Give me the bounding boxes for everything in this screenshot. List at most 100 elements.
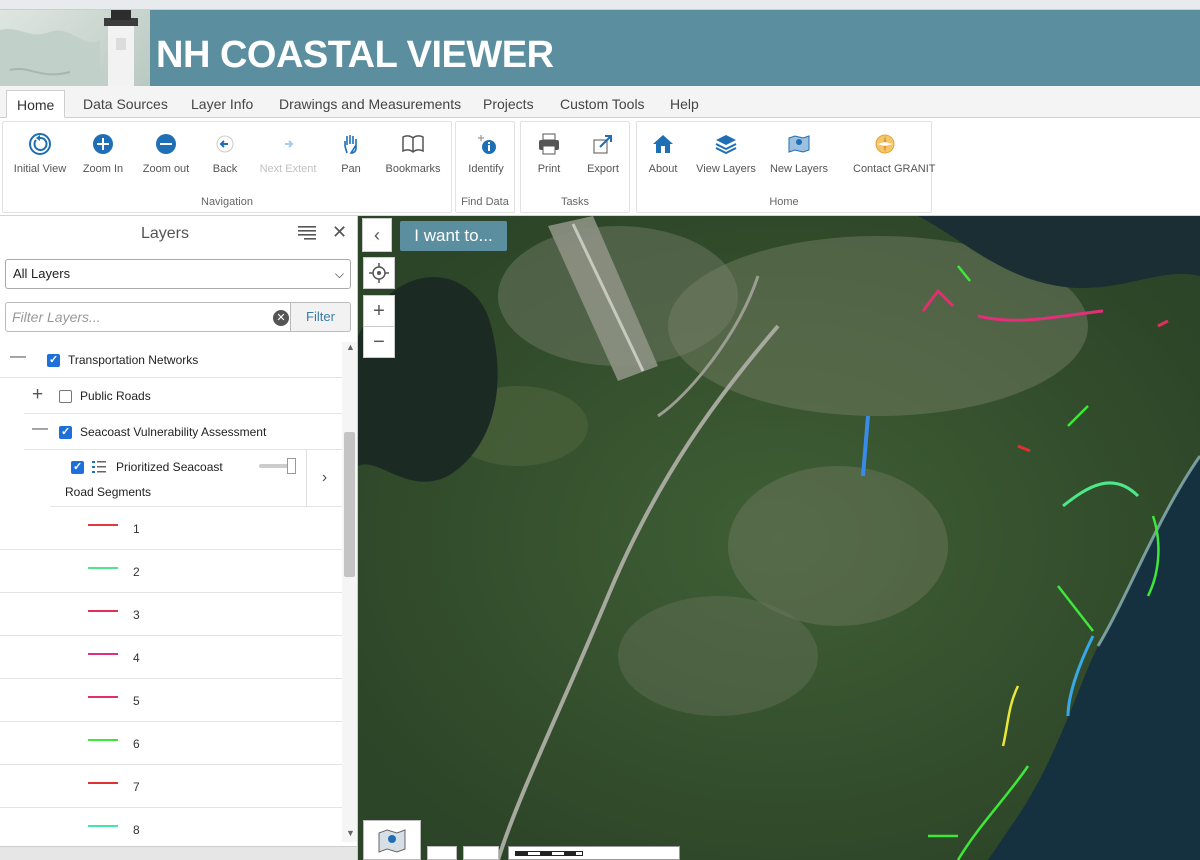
legend-swatch	[88, 524, 118, 526]
legend-label: 6	[133, 737, 140, 751]
group-find-data: Identify Find Data	[455, 121, 515, 213]
close-icon[interactable]: ✕	[332, 222, 347, 243]
scroll-down-icon[interactable]: ▼	[346, 828, 355, 838]
legend-label: 4	[133, 651, 140, 665]
legend-row: 3	[0, 593, 342, 636]
scroll-up-icon[interactable]: ▲	[346, 342, 355, 352]
filter-button[interactable]: Filter	[291, 302, 351, 332]
satellite-imagery	[358, 216, 1200, 860]
legend-label: 2	[133, 565, 140, 579]
prioritized-checkbox[interactable]	[71, 460, 84, 474]
prioritized-label-line1: Prioritized Seacoast	[116, 460, 223, 474]
collapse-icon[interactable]: —	[10, 348, 26, 366]
new-layers-button[interactable]: New Layers	[768, 132, 830, 175]
printer-icon	[539, 133, 559, 155]
opacity-slider-handle[interactable]	[287, 458, 296, 474]
locate-button[interactable]	[363, 257, 395, 289]
book-icon	[402, 135, 424, 154]
group-navigation: Initial View Zoom In Zoom out Back Next …	[2, 121, 452, 213]
scale-bar	[508, 846, 680, 860]
seacoast-checkbox[interactable]	[59, 425, 72, 439]
legend-row: 2	[0, 550, 342, 593]
layers-panel-header: Layers ✕	[0, 216, 357, 252]
filter-placeholder: Filter Layers...	[12, 309, 101, 325]
zoom-out-button[interactable]: Zoom out	[135, 132, 197, 175]
layer-tree-scrollbar[interactable]: ▲ ▼	[342, 342, 357, 842]
view-layers-button[interactable]: View Layers	[695, 132, 757, 175]
clear-icon[interactable]: ✕	[273, 310, 289, 326]
print-button[interactable]: Print	[518, 132, 580, 175]
ribbon-toolbar: Initial View Zoom In Zoom out Back Next …	[0, 118, 1200, 216]
tab-help[interactable]: Help	[660, 90, 709, 118]
legend-list-icon	[92, 461, 106, 473]
legend-label: 5	[133, 694, 140, 708]
legend-row: 7	[0, 765, 342, 808]
map-view[interactable]	[358, 216, 1200, 860]
contact-granit-button[interactable]: Contact GRANIT	[853, 132, 936, 175]
group-label-navigation: Navigation	[201, 196, 253, 208]
plus-circle-icon	[93, 134, 113, 154]
next-extent-button[interactable]: Next Extent	[257, 132, 319, 175]
public-roads-label: Public Roads	[80, 389, 151, 403]
bookmarks-button[interactable]: Bookmarks	[382, 132, 444, 175]
hand-icon	[344, 135, 357, 154]
prioritized-label-line2: Road Segments	[65, 485, 152, 499]
scrollbar-thumb[interactable]	[344, 432, 355, 577]
layer-filter-select[interactable]: All Layers ⌵	[5, 259, 351, 289]
identify-button[interactable]: Identify	[455, 132, 517, 175]
basemap-switcher[interactable]	[363, 820, 421, 860]
pan-button[interactable]: Pan	[320, 132, 382, 175]
layer-details-chevron-icon[interactable]: ›	[306, 450, 342, 507]
tree-row-transportation: — Transportation Networks	[0, 342, 342, 378]
list-menu-icon[interactable]	[298, 226, 316, 240]
about-button[interactable]: About	[632, 132, 694, 175]
crosshair-icon	[369, 263, 389, 283]
tab-data-sources[interactable]: Data Sources	[73, 90, 178, 118]
forward-arrow-icon	[285, 140, 294, 148]
app-banner: NH COASTAL VIEWER	[0, 0, 1200, 86]
group-label-home: Home	[769, 196, 799, 208]
public-roads-checkbox[interactable]	[59, 390, 72, 403]
legend-row: 5	[0, 679, 342, 722]
panel-bottom-tabs	[0, 846, 357, 860]
transportation-label: Transportation Networks	[68, 353, 199, 367]
legend-swatch	[88, 610, 118, 612]
tab-drawings-measurements[interactable]: Drawings and Measurements	[269, 90, 471, 118]
chevron-down-icon: ⌵	[334, 267, 344, 281]
tab-custom-tools[interactable]: Custom Tools	[550, 90, 655, 118]
map-tool-2[interactable]	[463, 846, 499, 860]
layers-panel: Layers ✕ All Layers ⌵ Filter Layers... ✕…	[0, 216, 358, 860]
filter-layers-input[interactable]: Filter Layers... ✕	[5, 302, 291, 332]
layers-panel-title: Layers	[140, 225, 190, 242]
back-button[interactable]: Back	[194, 132, 256, 175]
tab-home[interactable]: Home	[6, 90, 66, 118]
legend-swatch	[88, 567, 118, 569]
legend-label: 1	[133, 522, 140, 536]
initial-view-button[interactable]: Initial View	[9, 132, 71, 175]
map-zoom-out-button[interactable]: −	[363, 326, 395, 358]
transportation-checkbox[interactable]	[47, 353, 60, 367]
i-want-to-button[interactable]: I want to...	[400, 221, 507, 251]
expand-icon[interactable]: +	[32, 384, 43, 406]
tree-row-seacoast: — Seacoast Vulnerability Assessment	[24, 414, 342, 450]
basemap-icon	[378, 829, 406, 853]
legend-swatch	[88, 739, 118, 741]
legend-label: 7	[133, 780, 140, 794]
tree-row-public-roads: + Public Roads	[24, 378, 342, 414]
map-tool-1[interactable]	[427, 846, 457, 860]
back-arrow-icon	[216, 135, 234, 153]
collapse-icon[interactable]: —	[32, 420, 48, 438]
group-label-find-data: Find Data	[461, 196, 509, 208]
zoom-in-button[interactable]: Zoom In	[72, 132, 134, 175]
export-icon	[593, 135, 612, 154]
lighthouse-illustration	[0, 10, 138, 86]
group-tasks: Print Export Tasks	[520, 121, 630, 213]
tab-projects[interactable]: Projects	[473, 90, 544, 118]
legend-row: 8	[0, 808, 342, 851]
group-label-tasks: Tasks	[560, 196, 590, 208]
map-zoom-in-button[interactable]: +	[363, 295, 395, 327]
export-button[interactable]: Export	[572, 132, 634, 175]
collapse-panel-button[interactable]: ‹	[362, 218, 392, 252]
legend-label: 3	[133, 608, 140, 622]
tab-layer-info[interactable]: Layer Info	[181, 90, 263, 118]
